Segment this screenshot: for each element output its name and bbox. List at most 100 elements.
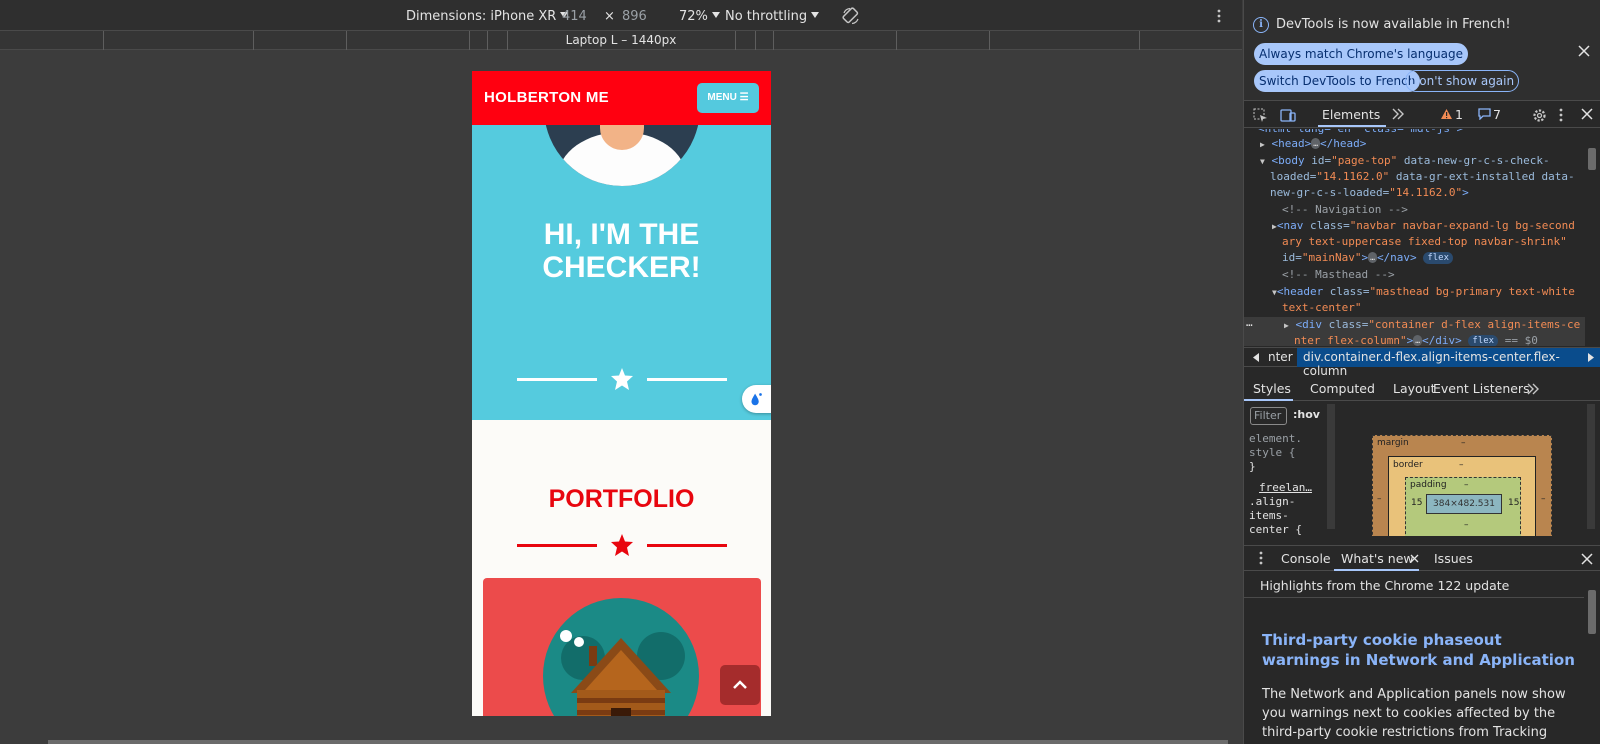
dom-line-nav-3[interactable]: id="mainNav">… </nav> flex (1282, 250, 1453, 267)
droplet-icon (751, 393, 762, 406)
width-input[interactable]: 414 (562, 9, 587, 24)
dom-line-body-3[interactable]: new-gr-c-s-loaded="14.1162.0"> (1270, 185, 1469, 202)
close-drawer-icon[interactable] (1581, 553, 1593, 565)
margin-top-value: – (1461, 438, 1466, 448)
whats-new-article-title[interactable]: Third-party cookie phaseout warnings in … (1262, 630, 1580, 670)
div-close-tag: </div> (1422, 334, 1462, 346)
dom-line-div[interactable]: ▶ <div class="container d-flex align-ite… (1284, 317, 1580, 335)
collapsed-dots[interactable]: … (1311, 138, 1321, 149)
more-tabs-icon[interactable] (1392, 108, 1404, 120)
box-model-margin[interactable]: margin – – – border – padding – 15 15 – … (1372, 435, 1552, 536)
phone-viewport: HOLBERTON ME MENU ☰ HI, I'M THE CHECKER!… (472, 71, 771, 716)
dollar-zero: == $0 (1504, 334, 1538, 346)
boxmodel-scrollbar[interactable] (1587, 404, 1595, 529)
tab-console[interactable]: Console (1281, 551, 1331, 566)
tag-end: > (1406, 334, 1414, 346)
dom-line-head[interactable]: ▶ <head>… </head> (1260, 136, 1366, 154)
chevron-down-icon (811, 12, 820, 18)
expand-triangle-icon[interactable]: ▶ (1260, 140, 1265, 149)
zoom-select[interactable]: 72% (679, 9, 720, 24)
box-model-padding[interactable]: padding – 15 15 – 384×482.531 (1405, 477, 1521, 536)
attr-name: data-new-gr-c-s-check- (1397, 154, 1550, 167)
chevron-left-icon[interactable] (1252, 353, 1260, 362)
dom-comment-navigation[interactable]: <!-- Navigation --> (1282, 202, 1408, 219)
tab-whats-new[interactable]: What's new (1341, 551, 1414, 566)
attr-value: "masthead bg-primary text-white (1369, 285, 1575, 298)
expand-triangle-icon[interactable]: ▶ (1284, 321, 1289, 330)
warning-count[interactable]: 1 (1455, 107, 1463, 122)
height-input[interactable]: 896 (622, 9, 647, 24)
tab-issues[interactable]: Issues (1434, 551, 1473, 566)
attr-name: data-gr-ext-installed (1389, 170, 1535, 183)
dont-show-again-button[interactable]: Don't show again (1405, 70, 1520, 92)
tab-styles[interactable]: Styles (1253, 381, 1291, 396)
attr-value: "container d-flex align-items-ce (1368, 318, 1581, 331)
device-select[interactable]: Dimensions: iPhone XR (406, 9, 569, 24)
message-count[interactable]: 7 (1493, 107, 1501, 122)
message-icon[interactable] (1478, 108, 1491, 120)
throttling-label: No throttling (725, 9, 808, 24)
throttling-select[interactable]: No throttling (725, 9, 820, 24)
attr-name: id= (1282, 251, 1302, 264)
dom-line-header[interactable]: ▼<header class="masthead bg-primary text… (1272, 284, 1575, 302)
always-match-language-button[interactable]: Always match Chrome's language (1254, 43, 1468, 65)
hover-state-toggle[interactable]: :hov (1293, 408, 1320, 421)
flex-badge[interactable]: flex (1468, 335, 1499, 346)
media-query-bar[interactable]: Laptop L – 1440px (0, 31, 1242, 50)
nav-tag: <nav (1276, 219, 1304, 232)
styles-scrollbar[interactable] (1327, 404, 1335, 529)
inspect-element-icon[interactable] (1253, 108, 1268, 123)
rotate-icon[interactable] (842, 7, 860, 25)
rule-source-link[interactable]: freelan… (1249, 481, 1312, 495)
divider (1244, 597, 1584, 598)
drawer-scrollbar[interactable] (1588, 590, 1596, 634)
dom-line-nav-2[interactable]: ary text-uppercase fixed-top navbar-shri… (1282, 234, 1567, 251)
switch-to-french-button[interactable]: Switch DevTools to French (1254, 70, 1421, 92)
device-toggle-icon[interactable] (1280, 108, 1296, 123)
dom-line-header-2[interactable]: text-center" (1282, 300, 1361, 317)
close-devtools-icon[interactable] (1581, 108, 1593, 120)
breadcrumb-selected[interactable]: div.container.d-flex.align-items-center.… (1297, 348, 1600, 378)
more-options-icon[interactable] (1558, 108, 1564, 122)
box-model-content[interactable]: 384×482.531 (1426, 494, 1502, 514)
tag-end: > (1462, 186, 1469, 199)
node-ellipsis[interactable]: … (1246, 315, 1253, 332)
more-tabs-icon[interactable] (1527, 383, 1539, 395)
tab-elements[interactable]: Elements (1322, 107, 1380, 122)
warning-icon[interactable] (1440, 108, 1453, 120)
collapsed-dots[interactable]: … (1368, 252, 1377, 263)
dom-line-nav[interactable]: ▶<nav class="navbar navbar-expand-lg bg-… (1272, 218, 1575, 236)
styles-filter-input[interactable]: Filter (1250, 407, 1287, 425)
scroll-top-button[interactable] (720, 665, 760, 705)
dom-scrollbar[interactable] (1588, 148, 1596, 170)
site-brand[interactable]: HOLBERTON ME (484, 89, 609, 106)
collapsed-dots[interactable]: … (1413, 335, 1423, 346)
dom-line-div-2[interactable]: nter flex-column">… </div> flex == $0 (1294, 333, 1538, 346)
more-options-icon[interactable] (1216, 9, 1222, 23)
dom-comment-masthead[interactable]: <!-- Masthead --> (1282, 267, 1395, 284)
margin-right-value: – (1541, 494, 1546, 504)
box-model-border[interactable]: border – padding – 15 15 – 384×482.531 (1388, 456, 1536, 536)
breadcrumb-item[interactable]: nter (1268, 350, 1293, 364)
chevron-right-icon[interactable] (1587, 353, 1595, 362)
close-tab-icon[interactable] (1410, 554, 1419, 563)
tab-layout[interactable]: Layout (1393, 381, 1436, 396)
media-query-label: Laptop L – 1440px (565, 33, 677, 47)
star-divider-light (517, 367, 727, 391)
close-icon[interactable] (1578, 45, 1590, 57)
floating-extension-button[interactable] (742, 385, 771, 413)
gear-icon[interactable] (1532, 108, 1547, 123)
menu-button[interactable]: MENU ☰ (697, 83, 759, 113)
infobar-message: DevTools is now available in French! (1276, 17, 1511, 32)
tab-event-listeners[interactable]: Event Listeners (1433, 381, 1530, 396)
dom-line-body[interactable]: ▼ <body id="page-top" data-new-gr-c-s-ch… (1260, 153, 1550, 171)
collapse-triangle-icon[interactable]: ▼ (1260, 157, 1265, 166)
attr-name: class= (1323, 285, 1370, 298)
tab-computed[interactable]: Computed (1310, 381, 1375, 396)
flex-badge[interactable]: flex (1423, 252, 1453, 264)
device-label: Dimensions: iPhone XR (406, 9, 557, 24)
site-navbar: HOLBERTON ME MENU ☰ (472, 71, 771, 125)
horizontal-scrollbar[interactable] (48, 740, 1228, 744)
dom-line-body-2[interactable]: loaded="14.1162.0" data-gr-ext-installed… (1270, 169, 1575, 186)
drawer-menu-icon[interactable] (1258, 551, 1264, 565)
